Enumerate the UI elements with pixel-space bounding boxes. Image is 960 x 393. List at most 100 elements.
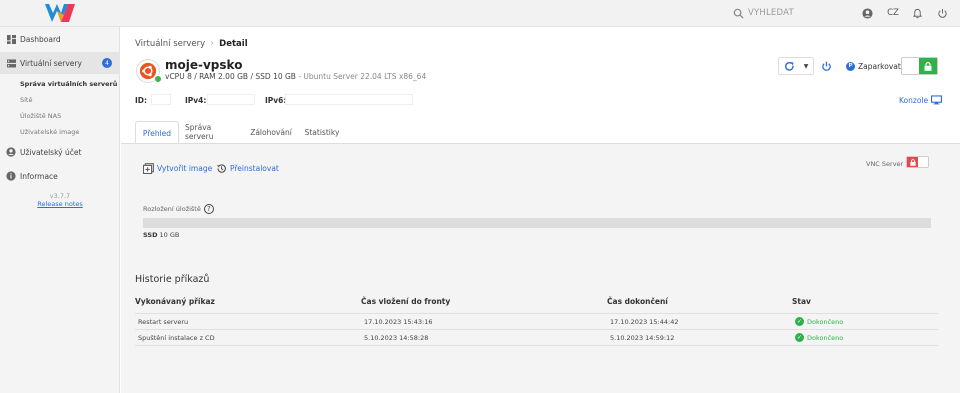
server-os: - Ubuntu Server 22.04 LTS x86_64 [295,72,427,81]
console-label: Konzole [899,95,929,105]
storage-value: SSD 10 GB [143,231,179,239]
column-header-command: Vykonávaný příkaz [135,297,215,306]
logout-icon[interactable] [935,6,949,20]
ipv4-value [207,94,255,105]
refresh-icon[interactable] [779,58,799,74]
power-button[interactable] [818,57,834,75]
lock-icon [907,157,918,167]
breadcrumb-current: Detail [219,38,248,49]
server-specs: vCPU 8 / RAM 2.00 GB / SSD 10 GB - Ubunt… [165,72,426,81]
sidebar-subitem-manage-servers[interactable]: Správa virtuálních serverů [20,80,117,88]
sidebar-item-dashboard[interactable]: Dashboard [0,28,120,50]
breadcrumb: Virtuální servery › Detail [135,38,248,49]
finished-cell: 5.10.2023 14:59:12 [610,334,675,342]
ipv6-label: IPv6: [265,96,287,105]
release-notes-link[interactable]: Release notes [0,200,120,208]
check-circle-icon: ✓ [795,333,804,342]
add-image-icon [143,163,154,174]
sidebar-item-label: Dashboard [20,34,61,44]
logo-icon[interactable] [44,2,78,24]
command-cell: Restart serveru [138,318,189,326]
tab-backups[interactable]: Zálohování [247,121,295,143]
search-icon [733,8,744,19]
monitor-icon [931,95,943,105]
user-icon [6,147,16,157]
power-icon [821,61,831,71]
tab-bar: Přehled Správa serveru Zálohování Statis… [135,121,946,144]
status-dot [154,75,162,83]
sidebar-subitem-networks[interactable]: Sítě [20,96,32,104]
tab-statistics[interactable]: Statistiky [301,121,343,143]
sidebar-item-user-account[interactable]: Uživatelský účet [0,141,120,163]
sidebar-item-info[interactable]: Informace [0,165,120,187]
storage-size: 10 GB [159,231,180,239]
status-badge: ✓ Dokončeno [795,317,843,326]
storage-label-text: Rozložení úložiště [143,205,201,213]
chevron-right-icon: › [210,38,215,49]
breadcrumb-parent[interactable]: Virtuální servery [135,39,205,49]
sidebar-item-label: Virtuální servery [20,58,82,68]
search-placeholder: VYHLEDAT [748,8,794,18]
vnc-toggle[interactable] [906,156,929,168]
overview-panel: Vytvořit image Přeinstalovat VNC Server … [121,143,960,393]
ipv4-label: IPv4: [185,96,207,105]
console-link[interactable]: Konzole [899,95,943,105]
help-icon[interactable]: ? [203,204,214,214]
history-title: Historie příkazů [135,274,210,285]
count-badge: 4 [102,58,112,68]
parking-icon: P [846,61,855,71]
storage-label: Rozložení úložiště ? [143,204,214,214]
id-label: ID: [135,96,148,105]
reinstall-button[interactable]: Přeinstalovat [216,163,279,174]
main-content: Virtuální servery › Detail moje-vpsko vC… [121,27,960,393]
check-circle-icon: ✓ [795,317,804,326]
finished-cell: 17.10.2023 15:44:42 [610,318,679,326]
status-text: Dokončeno [807,333,844,342]
park-toggle[interactable] [901,57,938,75]
lock-icon [919,58,937,74]
id-value [151,94,171,105]
status-text: Dokončeno [807,317,844,326]
column-header-finished: Čas dokončení [607,297,668,306]
table-row: Restart serveru 17.10.2023 15:43:16 17.1… [135,314,938,329]
restart-button-group: ▼ [778,57,814,75]
sidebar-item-label: Informace [20,171,58,181]
account-icon[interactable] [860,6,874,20]
create-image-label: Vytvořit image [157,164,213,173]
tab-overview[interactable]: Přehled [135,121,179,144]
top-bar: VYHLEDAT CZ [0,0,960,27]
storage-type: SSD [143,231,158,239]
queued-cell: 17.10.2023 15:43:16 [364,318,433,326]
server-specs-hardware: vCPU 8 / RAM 2.00 GB / SSD 10 GB [165,72,296,81]
storage-bar [143,218,931,228]
version-label: v3.7.7 [49,192,71,200]
park-label-text: Zaparkovat [858,61,901,71]
bell-icon[interactable] [910,6,924,20]
dashboard-icon [6,34,16,44]
search-input[interactable]: VYHLEDAT [733,6,794,20]
create-image-button[interactable]: Vytvořit image [143,163,212,174]
vnc-label: VNC Server [866,160,904,168]
sidebar-item-virtual-servers[interactable]: Virtuální servery 4 [0,52,120,74]
column-header-queued: Čas vložení do fronty [361,297,451,306]
servers-icon [6,58,16,68]
table-row: Spuštění instalace z CD 5.10.2023 14:58:… [135,330,938,345]
info-icon [6,171,16,181]
column-header-status: Stav [792,297,811,306]
park-label: P Zaparkovat [846,60,901,72]
command-cell: Spuštění instalace z CD [138,334,215,342]
tab-server-management[interactable]: Správa serveru [185,121,239,143]
queued-cell: 5.10.2023 14:58:28 [364,334,429,342]
sidebar-item-label: Uživatelský účet [20,147,82,157]
history-icon [216,164,226,173]
language-switch[interactable]: CZ [886,6,900,20]
sidebar: Dashboard Virtuální servery 4 Správa vir… [0,27,120,393]
server-name: moje-vpsko [165,58,243,72]
status-badge: ✓ Dokončeno [795,333,843,342]
reinstall-label: Přeinstalovat [230,164,279,173]
sidebar-subitem-images[interactable]: Uživatelské image [20,128,79,136]
ipv6-value [285,94,413,105]
sidebar-subitem-nas[interactable]: Úložiště NAS [20,112,61,120]
chevron-down-icon[interactable]: ▼ [799,58,813,74]
table-divider [135,345,938,346]
